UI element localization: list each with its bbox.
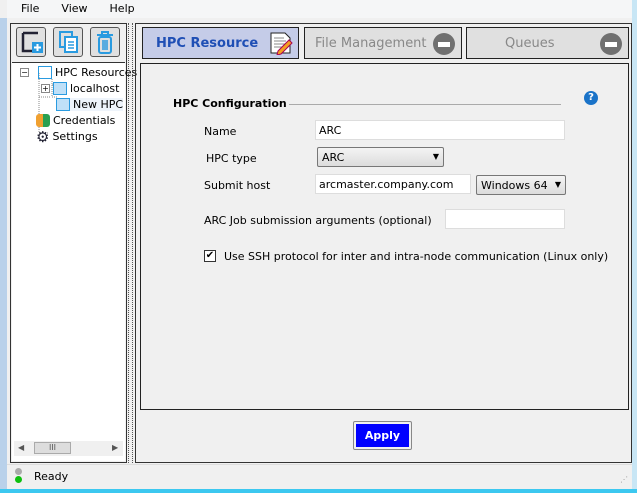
cluster-icon bbox=[53, 82, 67, 95]
status-text: Ready bbox=[34, 470, 69, 483]
cluster-icon bbox=[56, 98, 70, 111]
horizontal-scrollbar[interactable]: ◀ III ▶ bbox=[14, 441, 123, 456]
menu-help[interactable]: Help bbox=[96, 0, 143, 18]
tree-item-credentials[interactable]: Credentials bbox=[36, 114, 115, 127]
name-field[interactable]: ARC bbox=[315, 120, 565, 140]
name-label: Name bbox=[204, 125, 237, 138]
expand-icon[interactable]: + bbox=[41, 84, 50, 93]
folder-network-icon bbox=[38, 66, 52, 79]
tree-item-localhost[interactable]: + localhost bbox=[41, 82, 119, 95]
submit-host-label: Submit host bbox=[204, 179, 271, 192]
copy-resource-button[interactable] bbox=[53, 27, 83, 57]
scroll-thumb[interactable]: III bbox=[34, 442, 71, 454]
ssh-label: Use SSH protocol for inter and intra-nod… bbox=[224, 250, 609, 263]
splitter[interactable] bbox=[128, 23, 133, 463]
menu-file[interactable]: File bbox=[7, 0, 47, 18]
resource-tree: − HPC Resources + localhost New HPC Cred… bbox=[12, 62, 137, 461]
new-icon bbox=[21, 31, 43, 53]
section-divider bbox=[289, 104, 561, 105]
status-light-off-icon bbox=[15, 468, 22, 475]
submit-host-field[interactable]: arcmaster.company.com bbox=[315, 174, 471, 194]
edit-document-icon bbox=[270, 32, 293, 55]
help-icon[interactable]: ? bbox=[584, 91, 598, 105]
resize-grip-icon[interactable]: ⋰ bbox=[620, 475, 628, 484]
status-light-on-icon bbox=[15, 476, 22, 483]
hpc-type-label: HPC type bbox=[206, 152, 257, 165]
tab-hpc-resource[interactable]: HPC Resource bbox=[142, 27, 299, 59]
hpc-type-select[interactable]: ARC bbox=[317, 147, 444, 167]
disabled-icon bbox=[433, 33, 455, 55]
tree-item-settings[interactable]: ⚙ Settings bbox=[36, 127, 98, 146]
window-border bbox=[632, 0, 637, 493]
copy-icon bbox=[59, 31, 78, 53]
gear-icon: ⚙ bbox=[36, 127, 50, 146]
section-title: HPC Configuration bbox=[173, 97, 287, 110]
scroll-left-icon[interactable]: ◀ bbox=[18, 443, 24, 452]
status-bar: Ready ⋰ bbox=[7, 464, 632, 488]
delete-resource-button[interactable] bbox=[90, 27, 120, 57]
left-panel: − HPC Resources + localhost New HPC Cred… bbox=[10, 23, 137, 463]
scroll-right-icon[interactable]: ▶ bbox=[112, 443, 118, 452]
disabled-icon bbox=[600, 33, 622, 55]
right-panel: HPC Resource File Management Queues HPC … bbox=[135, 23, 632, 463]
os-select[interactable]: Windows 64 bbox=[476, 175, 566, 195]
ssh-checkbox[interactable]: ✔ bbox=[204, 250, 216, 262]
tree-item-hpc-resources[interactable]: − HPC Resources bbox=[20, 66, 137, 79]
job-args-field[interactable] bbox=[445, 209, 565, 229]
window-border bbox=[0, 489, 637, 493]
menu-view[interactable]: View bbox=[47, 0, 95, 18]
trash-icon bbox=[97, 31, 113, 54]
credentials-icon bbox=[36, 114, 50, 127]
job-args-label: ARC Job submission arguments (optional) bbox=[204, 214, 432, 227]
hpc-configuration-panel: HPC Configuration ? Name ARC HPC type AR… bbox=[140, 63, 629, 410]
tab-queues[interactable]: Queues bbox=[466, 27, 629, 59]
new-resource-button[interactable] bbox=[16, 27, 46, 57]
tree-item-new-hpc[interactable]: New HPC bbox=[56, 98, 124, 111]
tab-file-management[interactable]: File Management bbox=[304, 27, 462, 59]
window-border bbox=[0, 18, 7, 493]
apply-button[interactable]: Apply bbox=[353, 421, 412, 450]
menu-bar: File View Help bbox=[7, 0, 632, 18]
collapse-icon[interactable]: − bbox=[20, 68, 29, 77]
